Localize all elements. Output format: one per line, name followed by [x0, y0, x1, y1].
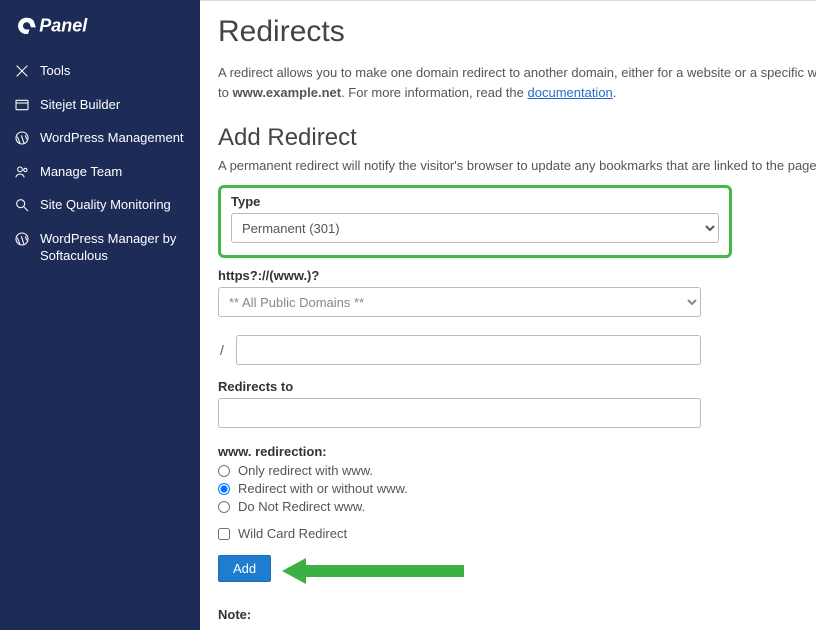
radio-either-www[interactable]: Redirect with or without www. [218, 481, 701, 496]
sidebar-item-wp-mgmt[interactable]: WordPress Management [0, 121, 200, 155]
add-redirect-sub: A permanent redirect will notify the vis… [218, 158, 816, 173]
path-input[interactable] [236, 335, 701, 365]
tools-icon [14, 63, 30, 79]
note-heading: Note: [218, 607, 251, 622]
sidebar-item-label: Manage Team [40, 163, 186, 181]
wordpress-icon [14, 130, 30, 146]
intro-post: . For more information, read the [341, 85, 527, 100]
radio-label: Do Not Redirect www. [238, 499, 365, 514]
intro-line1: A redirect allows you to make one domain… [218, 65, 816, 80]
type-label: Type [231, 194, 719, 209]
domain-select[interactable]: ** All Public Domains ** [218, 287, 701, 317]
radio-donot-www[interactable]: Do Not Redirect www. [218, 499, 701, 514]
path-row: / [218, 335, 701, 365]
sidebar: Panel Tools Sitejet Builder [0, 0, 200, 630]
sidebar-item-label: Tools [40, 62, 186, 80]
sidebar-item-label: Sitejet Builder [40, 96, 186, 114]
main-content: Redirects A redirect allows you to make … [200, 0, 816, 630]
add-button[interactable]: Add [218, 555, 271, 582]
wordpress-icon [14, 231, 30, 247]
https-label: https?://(www.)? [218, 268, 701, 283]
note-block: Note: Checking the Wild Card Redirect Bo… [218, 607, 816, 630]
page-title: Redirects [218, 15, 816, 49]
sidebar-item-label: WordPress Manager by Softaculous [40, 230, 186, 265]
redirects-to-input[interactable] [218, 398, 701, 428]
radio-only-www[interactable]: Only redirect with www. [218, 463, 701, 478]
radio-donot-www-input[interactable] [218, 501, 230, 513]
radio-label: Redirect with or without www. [238, 481, 408, 496]
annotation-arrow [278, 551, 468, 591]
intro-bold: www.example.net [232, 85, 341, 100]
radio-label: Only redirect with www. [238, 463, 373, 478]
redirects-to-group: Redirects to [218, 379, 701, 428]
intro-text: A redirect allows you to make one domain… [218, 63, 816, 102]
intro-mid: to [218, 85, 232, 100]
sitejet-icon [14, 97, 30, 113]
www-heading: www. redirection: [218, 444, 701, 459]
radio-either-www-input[interactable] [218, 483, 230, 495]
wildcard-row: Wild Card Redirect [218, 526, 816, 541]
intro-end: . [613, 85, 617, 100]
team-icon [14, 164, 30, 180]
sidebar-item-wp-softaculous[interactable]: WordPress Manager by Softaculous [0, 222, 200, 273]
documentation-link[interactable]: documentation [528, 85, 613, 100]
sidebar-item-label: Site Quality Monitoring [40, 196, 186, 214]
add-redirect-heading: Add Redirect [218, 124, 816, 152]
slash-label: / [218, 342, 226, 358]
sidebar-item-tools[interactable]: Tools [0, 54, 200, 88]
wildcard-label-row[interactable]: Wild Card Redirect [218, 526, 816, 541]
cpanel-logo: Panel [0, 6, 200, 54]
redirects-to-label: Redirects to [218, 379, 701, 394]
radio-only-www-input[interactable] [218, 465, 230, 477]
type-highlight-box: Type Permanent (301) [218, 185, 732, 258]
wildcard-label: Wild Card Redirect [238, 526, 347, 541]
note-item-1: Checking the Wild Card Redirect Box will… [248, 626, 816, 630]
sidebar-item-sitejet[interactable]: Sitejet Builder [0, 88, 200, 122]
domain-group: https?://(www.)? ** All Public Domains *… [218, 268, 701, 317]
type-select[interactable]: Permanent (301) [231, 213, 719, 243]
svg-text:Panel: Panel [39, 15, 88, 35]
sidebar-item-label: WordPress Management [40, 129, 186, 147]
wildcard-checkbox[interactable] [218, 528, 230, 540]
sidebar-item-manage-team[interactable]: Manage Team [0, 155, 200, 189]
www-redirection-group: www. redirection: Only redirect with www… [218, 444, 701, 514]
sidebar-item-site-quality[interactable]: Site Quality Monitoring [0, 188, 200, 222]
magnify-icon [14, 197, 30, 213]
